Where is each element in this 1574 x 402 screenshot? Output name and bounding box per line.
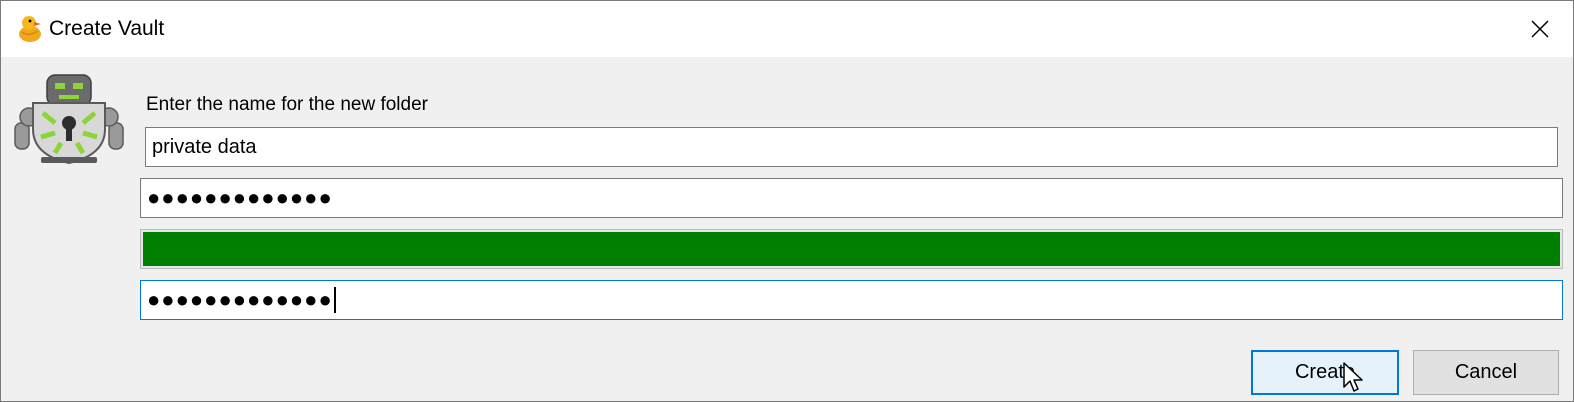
password-input[interactable]: ●●●●●●●●●●●●● xyxy=(140,178,1563,218)
duck-icon xyxy=(19,16,41,42)
window-title: Create Vault xyxy=(49,17,165,40)
folder-name-input[interactable]: private data xyxy=(145,127,1558,167)
robot-lock-icon xyxy=(14,74,124,165)
mouse-pointer-icon xyxy=(1343,362,1363,392)
title-bar: Create Vault xyxy=(1,1,1573,57)
password-strength-fill xyxy=(143,232,1560,266)
folder-name-label: Enter the name for the new folder xyxy=(146,94,428,115)
confirm-password-input[interactable]: ●●●●●●●●●●●●● xyxy=(140,280,1563,320)
close-icon xyxy=(1531,20,1549,38)
close-button[interactable] xyxy=(1507,1,1573,57)
confirm-password-value: ●●●●●●●●●●●●● xyxy=(147,287,333,312)
cancel-button[interactable]: Cancel xyxy=(1413,350,1559,395)
create-vault-dialog: Create Vault Enter the name for the new … xyxy=(0,0,1574,402)
create-button[interactable]: Create xyxy=(1251,350,1399,395)
password-strength-meter xyxy=(140,229,1563,269)
text-caret xyxy=(333,287,336,313)
